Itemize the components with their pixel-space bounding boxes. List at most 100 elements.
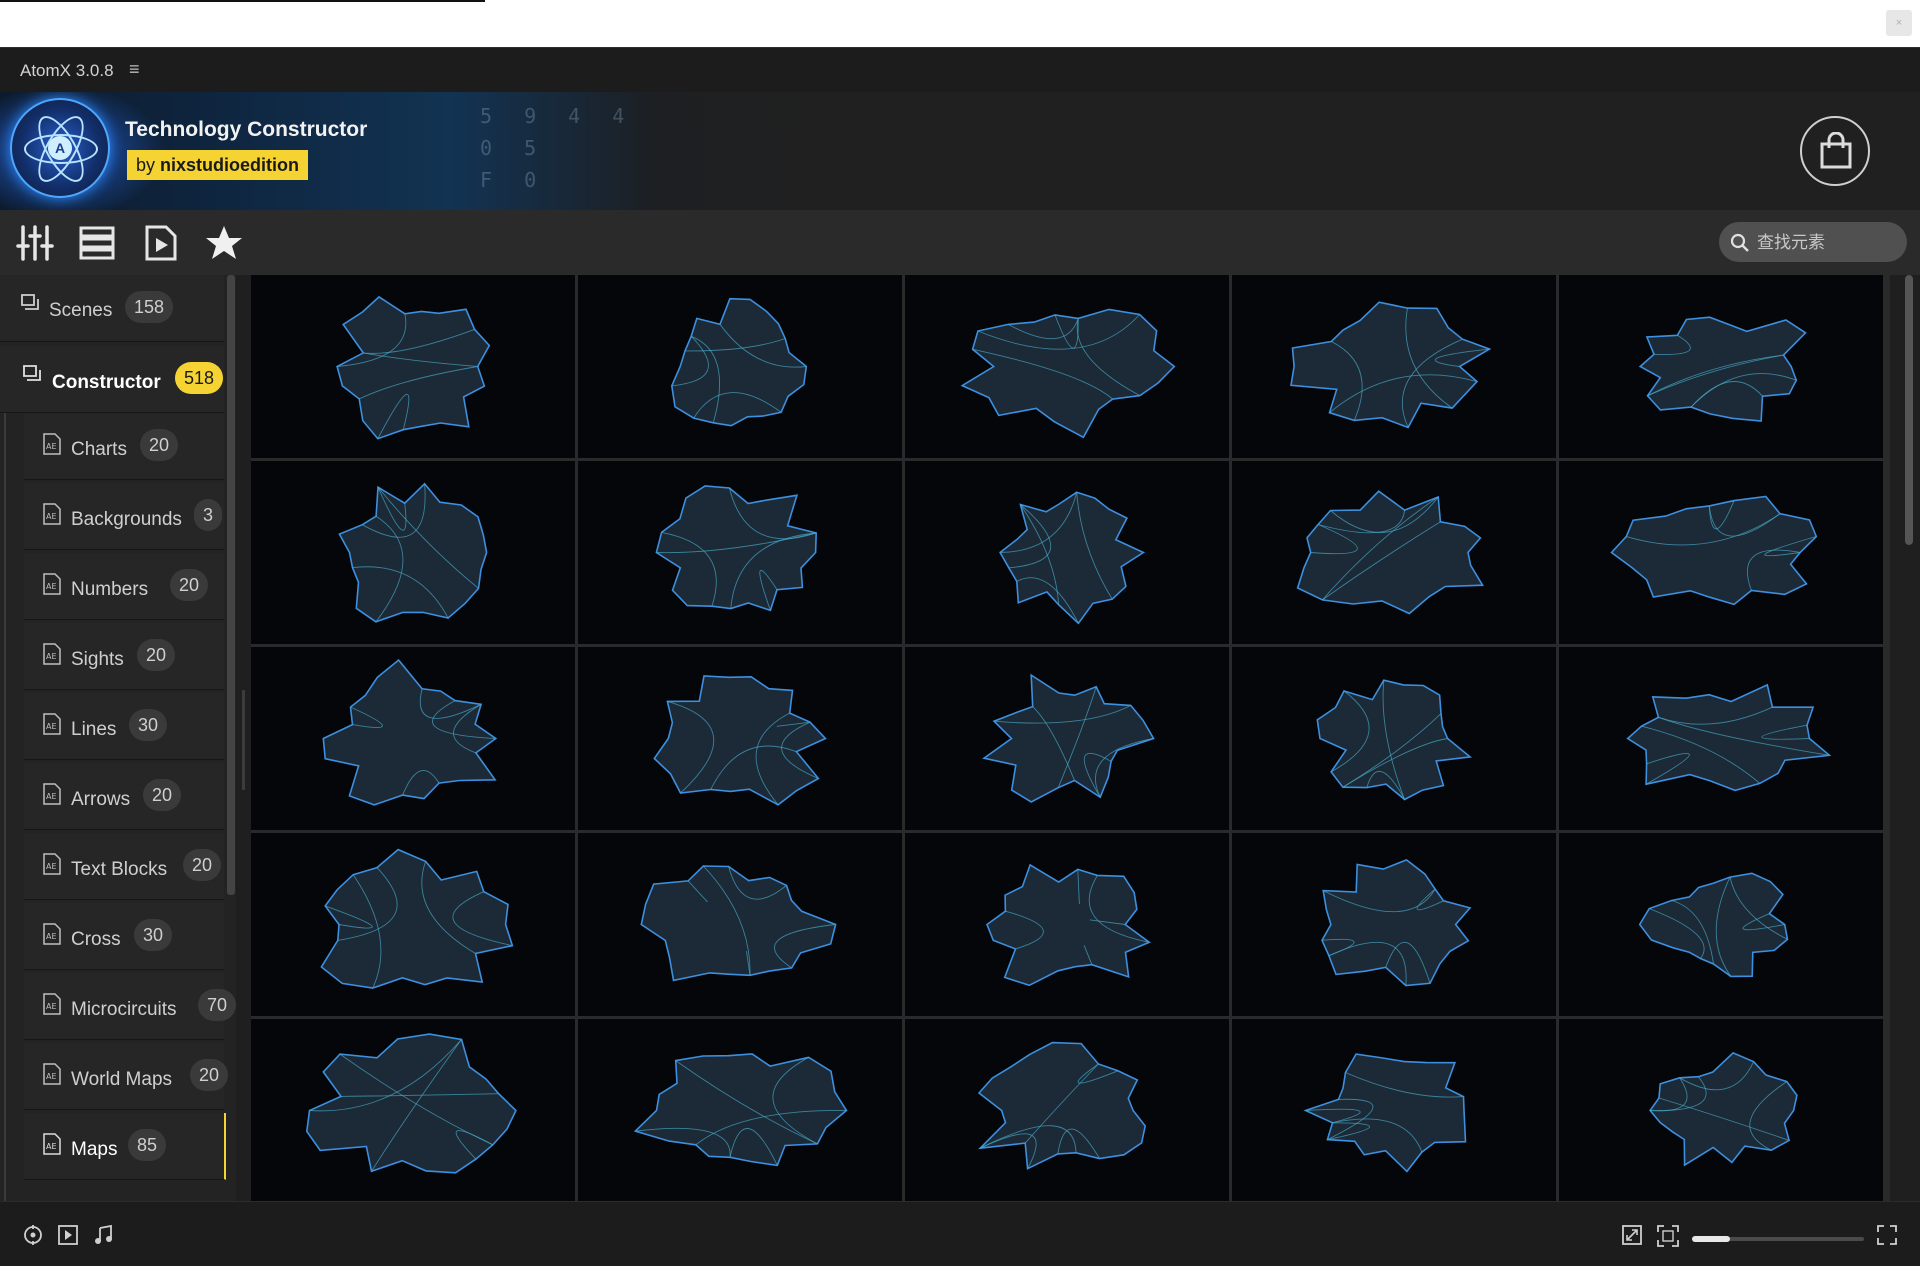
sidebar-item-arrows[interactable]: AE Arrows 20	[24, 763, 224, 830]
shopping-bag-icon	[1820, 132, 1852, 169]
thumbnail-europe-map[interactable]	[251, 1019, 575, 1201]
sidebar-item-backgrounds[interactable]: AE Backgrounds 3	[24, 483, 224, 550]
thumbnail-denmark-map[interactable]	[905, 833, 1229, 1016]
atomx-logo-icon: A	[10, 98, 110, 198]
thumbnail-belarus-map[interactable]	[1232, 461, 1556, 644]
toolbar	[0, 210, 1920, 275]
count-badge: 30	[129, 709, 168, 741]
thumbnail-algeria-map[interactable]	[578, 275, 902, 458]
panel-splitter[interactable]	[242, 690, 245, 790]
thumbnail-egypt-map[interactable]	[1232, 833, 1556, 1016]
logo-letter: A	[48, 136, 72, 160]
thumbnail-bulgaria-map[interactable]	[905, 647, 1229, 830]
thumbnail-bosnia-map[interactable]	[251, 647, 575, 830]
thumbnail-georgia-map[interactable]	[1232, 1019, 1556, 1201]
hamburger-menu-icon[interactable]: ≡	[129, 59, 140, 80]
sidebar-item-label: Cross	[71, 929, 121, 950]
fit-icon[interactable]	[1621, 1224, 1643, 1251]
thumbnail-australia-map[interactable]	[1559, 275, 1883, 458]
loading-bar	[0, 0, 485, 2]
sidebar-item-maps[interactable]: AE Maps 85	[24, 1113, 226, 1180]
count-badge: 30	[134, 919, 173, 951]
count-badge: 20	[183, 849, 222, 881]
sidebar-item-label: Constructor	[52, 372, 161, 393]
thumbnail-estonia-map[interactable]	[1559, 833, 1883, 1016]
sidebar-item-charts[interactable]: AE Charts 20	[24, 413, 224, 480]
sidebar-item-label: Lines	[71, 719, 117, 740]
count-badge: 70	[198, 989, 236, 1021]
bosnia-map-icon	[322, 658, 498, 806]
window-close-button[interactable]: ×	[1886, 10, 1912, 36]
belgium-map-icon	[1610, 495, 1818, 606]
europe-map-icon	[305, 1033, 517, 1174]
thumbnail-croatia-map[interactable]	[251, 833, 575, 1016]
status-bar	[0, 1201, 1920, 1266]
egypt-map-icon	[1321, 858, 1472, 987]
zoom-slider[interactable]	[1692, 1236, 1864, 1242]
shop-bag-button[interactable]	[1800, 116, 1870, 186]
svg-text:AE: AE	[46, 512, 57, 521]
expand-icon[interactable]	[1876, 1224, 1898, 1251]
list-view-icon[interactable]	[78, 224, 116, 262]
package-title: Technology Constructor	[125, 118, 368, 141]
app-title: AtomX 3.0.8	[20, 61, 114, 80]
sidebar-item-numbers[interactable]: AE Numbers 20	[24, 553, 224, 620]
sidebar-item-label: Maps	[71, 1139, 118, 1160]
sidebar-scrollbar[interactable]	[227, 275, 235, 895]
window-top-bar: ×	[0, 0, 1920, 47]
bahrain-map-icon	[999, 491, 1146, 625]
thumbnail-grid	[251, 275, 1890, 1201]
ae-file-icon: AE	[43, 853, 61, 875]
fullscreen-icon[interactable]	[1656, 1224, 1680, 1253]
brazil-map-icon	[653, 675, 827, 806]
sidebar-item-lines[interactable]: AE Lines 30	[24, 693, 224, 760]
svg-text:AE: AE	[46, 582, 57, 591]
thumbnail-asia-pacific-map[interactable]	[1232, 275, 1556, 458]
sidebar-item-microcircuits[interactable]: AE Microcircuits 70	[24, 973, 236, 1040]
search-box[interactable]	[1719, 222, 1907, 262]
thumbnail-armenia-map[interactable]	[905, 275, 1229, 458]
croatia-map-icon	[320, 848, 514, 989]
thumbnail-azerbaijan-map[interactable]	[578, 461, 902, 644]
thumbnail-austria-map[interactable]	[251, 461, 575, 644]
search-input[interactable]	[1755, 228, 1899, 258]
thumbnail-africa-map[interactable]	[251, 275, 575, 458]
sidebar-item-scenes[interactable]: Scenes 158	[0, 275, 224, 342]
grid-scrollbar[interactable]	[1905, 275, 1913, 545]
thumbnail-czech-map[interactable]	[578, 833, 902, 1016]
play-box-icon[interactable]	[57, 1224, 79, 1251]
sidebar-item-world-maps[interactable]: AE World Maps 20	[24, 1043, 229, 1110]
count-badge: 20	[170, 569, 209, 601]
thumbnail-finland-map[interactable]	[578, 1019, 902, 1201]
sidebar-item-label: Charts	[71, 439, 127, 460]
preview-play-icon[interactable]	[142, 224, 180, 262]
author-badge[interactable]: by nixstudioedition	[127, 150, 309, 180]
china-map-icon	[1626, 683, 1832, 792]
sidebar-item-sights[interactable]: AE Sights 20	[24, 623, 224, 690]
count-badge: 20	[137, 639, 176, 671]
music-note-icon[interactable]	[93, 1224, 115, 1251]
settings-sliders-icon[interactable]	[16, 224, 54, 262]
banner-digits-row: 0 5	[480, 136, 547, 160]
thumbnail-bahrain-map[interactable]	[905, 461, 1229, 644]
count-badge: 20	[190, 1059, 229, 1091]
thumbnail-brazil-map[interactable]	[578, 647, 902, 830]
sidebar-item-text-blocks[interactable]: AE Text Blocks 20	[24, 833, 224, 900]
asia-pacific-map-icon	[1290, 301, 1492, 429]
africa-map-icon	[336, 295, 491, 440]
thumbnail-france-map[interactable]	[905, 1019, 1229, 1201]
sidebar-item-constructor[interactable]: Constructor 518	[0, 346, 224, 413]
thumbnail-germany-map[interactable]	[1559, 1019, 1883, 1201]
app-titlebar: AtomX 3.0.8 ≡	[0, 47, 1920, 93]
gamepad-icon[interactable]	[22, 1224, 44, 1251]
thumbnail-belgium-map[interactable]	[1559, 461, 1883, 644]
thumbnail-china-map[interactable]	[1559, 647, 1883, 830]
thumbnail-canada-map[interactable]	[1232, 647, 1556, 830]
sidebar-item-label: Text Blocks	[71, 859, 168, 880]
banner-background	[0, 92, 820, 210]
germany-map-icon	[1649, 1051, 1798, 1167]
favorites-star-icon[interactable]	[205, 224, 243, 262]
belarus-map-icon	[1296, 490, 1484, 615]
ae-file-icon: AE	[43, 713, 61, 735]
sidebar-item-cross[interactable]: AE Cross 30	[24, 903, 224, 970]
